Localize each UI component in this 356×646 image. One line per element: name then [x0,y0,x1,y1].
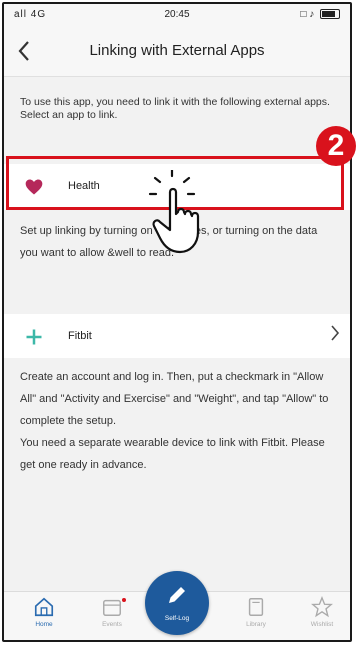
status-bar: all 4G 20:45 □ ♪ [4,4,350,26]
step-number-badge: 2 [316,126,356,166]
self-log-label: Self-Log [164,615,190,622]
tap-hand-icon [148,170,200,254]
calendar-icon [103,599,121,616]
back-button[interactable] [12,36,36,66]
status-icons: □ ♪ [300,9,340,20]
chevron-right-icon [330,324,340,348]
pencil-icon [169,587,185,603]
battery-icon [320,9,340,20]
star-icon [311,596,333,618]
tab-home[interactable]: Home [14,596,74,628]
tab-events[interactable]: Events [82,596,142,628]
fitbit-plus-icon [26,329,42,345]
intro-text: To use this app, you need to link it wit… [20,96,330,121]
app-row-fitbit[interactable]: Fitbit [4,314,350,358]
home-icon [34,597,54,617]
self-log-button[interactable]: Self-Log [145,571,209,635]
tab-library-label: Library [246,621,266,628]
tab-events-label: Events [102,621,122,628]
status-right-text: □ ♪ [300,9,315,20]
status-time: 20:45 [164,9,190,20]
notification-dot [122,598,126,602]
tab-home-label: Home [35,621,53,628]
navigation-bar: Linking with External Apps [4,26,350,77]
tab-wishlist[interactable]: Wishlist [292,596,350,628]
tab-library[interactable]: Library [226,596,286,628]
phone-frame: all 4G 20:45 □ ♪ Linking with External A… [2,2,352,642]
app-label-fitbit: Fitbit [68,330,92,342]
fitbit-description: Create an account and log in. Then, put … [20,371,329,471]
chevron-left-icon [18,41,29,61]
page-title: Linking with External Apps [89,42,265,59]
tab-wishlist-label: Wishlist [310,621,334,628]
book-icon [248,598,264,616]
